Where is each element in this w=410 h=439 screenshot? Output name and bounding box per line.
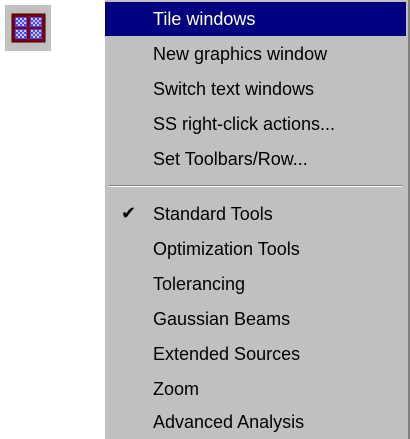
menu-item-new-graphics-window[interactable]: New graphics window [105,37,406,71]
menu-item-label: Tolerancing [153,274,246,294]
menu-item-label: Zoom [153,379,200,399]
menu-item-tolerancing[interactable]: Tolerancing [105,267,406,301]
menu-item-optimization-tools[interactable]: Optimization Tools [105,232,406,266]
menu-item-zoom[interactable]: Zoom [105,372,406,406]
menu-item-label: New graphics window [153,44,328,64]
checkmark-icon: ✔ [121,203,137,224]
menu-item-label: Tile windows [153,9,256,29]
tile-windows-icon [11,13,46,43]
menu-item-label: Switch text windows [153,79,315,99]
menu-item-label: Extended Sources [153,344,301,364]
menu-item-ss-right-click-actions[interactable]: SS right-click actions... [105,107,406,141]
menu-separator [109,185,402,187]
menu-item-extended-sources[interactable]: Extended Sources [105,337,406,371]
menu-item-gaussian-beams[interactable]: Gaussian Beams [105,302,406,336]
menu-item-switch-text-windows[interactable]: Switch text windows [105,72,406,106]
menu-item-set-toolbars-row[interactable]: Set Toolbars/Row... [105,142,406,176]
menu-item-label: Standard Tools [153,204,273,224]
menu-item-label: SS right-click actions... [153,114,336,134]
tile-windows-button[interactable] [5,5,51,51]
menu-item-label: Set Toolbars/Row... [153,149,308,169]
menu-item-standard-tools[interactable]: ✔ Standard Tools [105,197,406,231]
menu-item-label: Gaussian Beams [153,309,291,329]
window-menu: Tile windows New graphics window Switch … [105,0,410,439]
menu-item-label: Advanced Analysis [153,412,305,432]
menu-item-label: Optimization Tools [153,239,300,259]
menu-item-advanced-analysis[interactable]: Advanced Analysis [105,405,406,439]
menu-item-tile-windows[interactable]: Tile windows [105,2,406,36]
